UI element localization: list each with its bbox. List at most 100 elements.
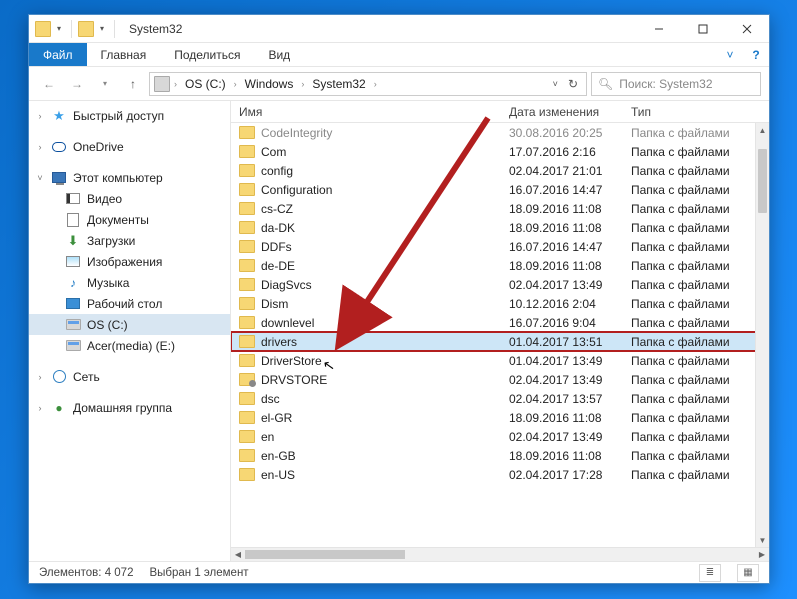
- ribbon-expand-icon[interactable]: ˅: [717, 43, 743, 66]
- breadcrumb[interactable]: System32: [308, 77, 369, 91]
- chevron-right-icon[interactable]: ›: [372, 79, 379, 89]
- qat-dropdown-icon[interactable]: ▾: [53, 24, 65, 33]
- chevron-right-icon[interactable]: ›: [172, 79, 179, 89]
- file-row[interactable]: de-DE18.09.2016 11:08Папка с файлами: [231, 256, 769, 275]
- file-date: 16.07.2016 14:47: [509, 183, 631, 197]
- sidebar-item-downloads[interactable]: ⬇Загрузки: [29, 230, 230, 251]
- file-type: Папка с файлами: [631, 145, 755, 159]
- scrollbar-thumb[interactable]: [245, 550, 405, 559]
- file-row[interactable]: DriverStore01.04.2017 13:49Папка с файла…: [231, 351, 769, 370]
- horizontal-scrollbar[interactable]: ◀ ▶: [231, 547, 769, 561]
- sidebar-label: OneDrive: [73, 140, 124, 154]
- file-row[interactable]: config02.04.2017 21:01Папка с файлами: [231, 161, 769, 180]
- back-button[interactable]: ←: [37, 72, 61, 96]
- col-date[interactable]: Дата изменения: [509, 105, 631, 119]
- drive-icon: [65, 317, 81, 333]
- tab-file[interactable]: Файл: [29, 43, 87, 66]
- sidebar-item-drive-e[interactable]: Acer(media) (E:): [29, 335, 230, 356]
- sidebar-item-music[interactable]: ♪Музыка: [29, 272, 230, 293]
- sidebar-item-drive-c[interactable]: OS (C:): [29, 314, 230, 335]
- file-type: Папка с файлами: [631, 221, 755, 235]
- view-icons-button[interactable]: ▦: [737, 564, 759, 582]
- sidebar-item-pictures[interactable]: Изображения: [29, 251, 230, 272]
- sidebar-label: Acer(media) (E:): [87, 339, 175, 353]
- sidebar-item-homegroup[interactable]: › ● Домашняя группа: [29, 397, 230, 418]
- file-row[interactable]: DiagSvcs02.04.2017 13:49Папка с файлами: [231, 275, 769, 294]
- sidebar-item-network[interactable]: › Сеть: [29, 366, 230, 387]
- qat-dropdown-icon[interactable]: ▾: [96, 24, 108, 33]
- col-name[interactable]: Имя: [239, 105, 509, 119]
- vertical-scrollbar[interactable]: ▲ ▼: [755, 123, 769, 547]
- sidebar-item-desktop[interactable]: Рабочий стол: [29, 293, 230, 314]
- address-dropdown-icon[interactable]: ˅: [549, 79, 562, 89]
- file-date: 02.04.2017 13:49: [509, 373, 631, 387]
- scroll-down-icon[interactable]: ▼: [756, 533, 769, 547]
- refresh-icon[interactable]: ↻: [564, 77, 582, 91]
- file-row[interactable]: Com17.07.2016 2:16Папка с файлами: [231, 142, 769, 161]
- chevron-right-icon[interactable]: ›: [299, 79, 306, 89]
- collapse-icon[interactable]: ˅: [35, 173, 45, 183]
- sidebar-item-documents[interactable]: Документы: [29, 209, 230, 230]
- file-type: Папка с файлами: [631, 449, 755, 463]
- scroll-left-icon[interactable]: ◀: [231, 550, 245, 559]
- maximize-button[interactable]: [681, 15, 725, 43]
- folder-icon: [35, 21, 51, 37]
- col-type[interactable]: Тип: [631, 105, 755, 119]
- search-box[interactable]: 🔍︎ Поиск: System32: [591, 72, 761, 96]
- recent-dropdown-icon[interactable]: ▾: [93, 72, 117, 96]
- file-date: 01.04.2017 13:51: [509, 335, 631, 349]
- sidebar-item-this-pc[interactable]: ˅ Этот компьютер: [29, 167, 230, 188]
- tab-share[interactable]: Поделиться: [160, 43, 254, 66]
- file-row[interactable]: cs-CZ18.09.2016 11:08Папка с файлами: [231, 199, 769, 218]
- file-row[interactable]: en02.04.2017 13:49Папка с файлами: [231, 427, 769, 446]
- file-row[interactable]: da-DK18.09.2016 11:08Папка с файлами: [231, 218, 769, 237]
- sidebar-label: Рабочий стол: [87, 297, 162, 311]
- breadcrumb[interactable]: Windows: [241, 77, 298, 91]
- collapse-icon[interactable]: ›: [35, 111, 45, 121]
- file-type: Папка с файлами: [631, 297, 755, 311]
- file-row[interactable]: en-US02.04.2017 17:28Папка с файлами: [231, 465, 769, 484]
- address-bar[interactable]: › OS (C:) › Windows › System32 › ˅ ↻: [149, 72, 587, 96]
- sidebar-item-video[interactable]: Видео: [29, 188, 230, 209]
- chevron-right-icon[interactable]: ›: [232, 79, 239, 89]
- folder-icon: [239, 316, 255, 329]
- star-icon: ★: [51, 108, 67, 124]
- help-icon[interactable]: ?: [743, 43, 769, 66]
- sidebar-item-onedrive[interactable]: › OneDrive: [29, 136, 230, 157]
- file-row[interactable]: DDFs16.07.2016 14:47Папка с файлами: [231, 237, 769, 256]
- scroll-up-icon[interactable]: ▲: [756, 123, 769, 137]
- forward-button[interactable]: →: [65, 72, 89, 96]
- file-row[interactable]: dsc02.04.2017 13:57Папка с файлами: [231, 389, 769, 408]
- window-title: System32: [125, 22, 182, 36]
- file-row[interactable]: en-GB18.09.2016 11:08Папка с файлами: [231, 446, 769, 465]
- file-row[interactable]: DRVSTORE02.04.2017 13:49Папка с файлами: [231, 370, 769, 389]
- up-button[interactable]: ↑: [121, 72, 145, 96]
- pc-icon: [51, 170, 67, 186]
- view-details-button[interactable]: ≣: [699, 564, 721, 582]
- file-date: 18.09.2016 11:08: [509, 259, 631, 273]
- minimize-button[interactable]: [637, 15, 681, 43]
- file-row[interactable]: downlevel16.07.2016 9:04Папка с файлами: [231, 313, 769, 332]
- close-button[interactable]: [725, 15, 769, 43]
- file-date: 01.04.2017 13:49: [509, 354, 631, 368]
- status-item-count: Элементов: 4 072: [39, 567, 133, 579]
- scrollbar-thumb[interactable]: [758, 149, 767, 213]
- file-row[interactable]: Configuration16.07.2016 14:47Папка с фай…: [231, 180, 769, 199]
- tab-home[interactable]: Главная: [87, 43, 161, 66]
- collapse-icon[interactable]: ›: [35, 372, 45, 382]
- file-name: da-DK: [261, 221, 295, 235]
- tab-view[interactable]: Вид: [254, 43, 304, 66]
- file-row[interactable]: el-GR18.09.2016 11:08Папка с файлами: [231, 408, 769, 427]
- collapse-icon[interactable]: ›: [35, 403, 45, 413]
- sidebar-item-quick-access[interactable]: › ★ Быстрый доступ: [29, 105, 230, 126]
- breadcrumb[interactable]: OS (C:): [181, 77, 230, 91]
- folder-icon: [239, 240, 255, 253]
- file-row[interactable]: CodeIntegrity30.08.2016 20:25Папка с фай…: [231, 123, 769, 142]
- file-row[interactable]: Dism10.12.2016 2:04Папка с файлами: [231, 294, 769, 313]
- file-row[interactable]: drivers01.04.2017 13:51Папка с файлами: [231, 332, 769, 351]
- sidebar-label: Изображения: [87, 255, 162, 269]
- sidebar-label: Видео: [87, 192, 122, 206]
- scroll-right-icon[interactable]: ▶: [755, 550, 769, 559]
- collapse-icon[interactable]: ›: [35, 142, 45, 152]
- file-type: Папка с файлами: [631, 373, 755, 387]
